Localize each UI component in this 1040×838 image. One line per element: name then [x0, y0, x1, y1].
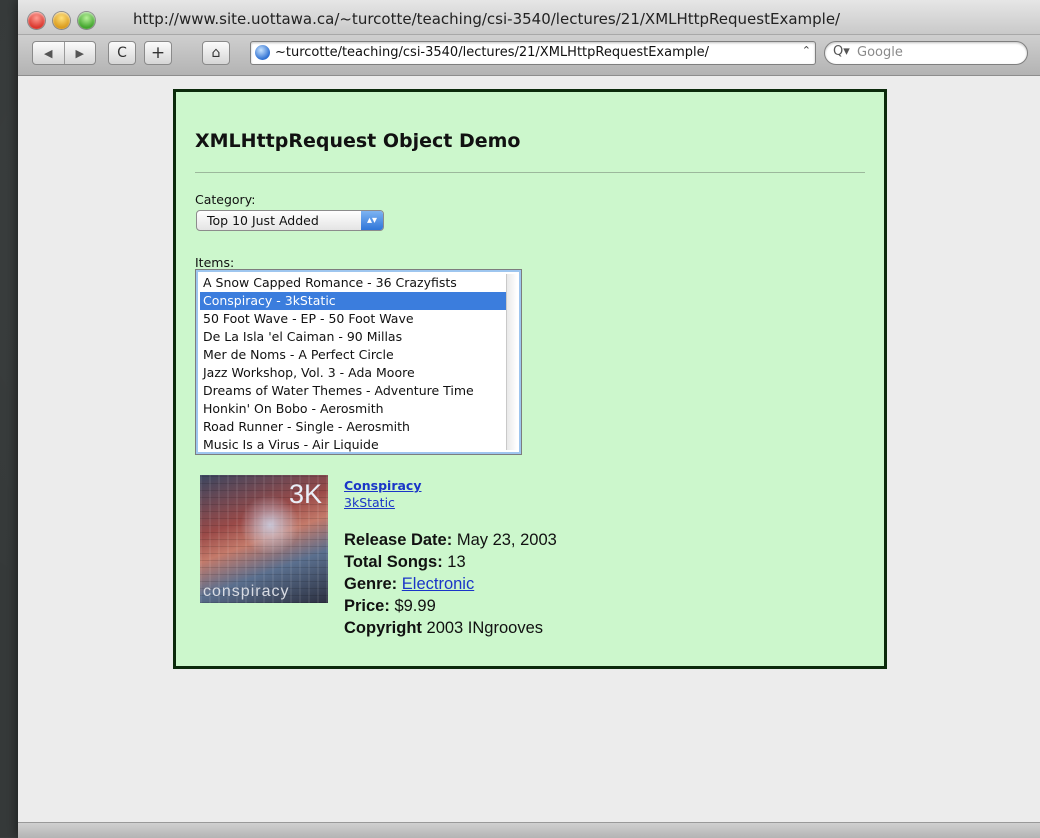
back-button[interactable]: ◀ [33, 47, 64, 60]
close-window-button[interactable] [28, 12, 45, 29]
list-item[interactable]: De La Isla 'el Caiman - 90 Millas [200, 328, 506, 346]
zoom-window-button[interactable] [78, 12, 95, 29]
window-title: http://www.site.uottawa.ca/~turcotte/tea… [133, 10, 841, 28]
list-item[interactable]: Road Runner - Single - Aerosmith [200, 418, 506, 436]
address-dropdown-icon[interactable]: ⌃ [802, 44, 811, 57]
category-selected-value: Top 10 Just Added [207, 213, 319, 228]
minimize-window-button[interactable] [53, 12, 70, 29]
copyright-row: Copyright 2003 INgrooves [344, 619, 543, 638]
list-item[interactable]: Mer de Noms - A Perfect Circle [200, 346, 506, 364]
list-item-selected[interactable]: Conspiracy - 3kStatic [200, 292, 506, 310]
category-label: Category: [195, 192, 256, 207]
release-date-label: Release Date: [344, 531, 453, 549]
list-item[interactable]: Jazz Workshop, Vol. 3 - Ada Moore [200, 364, 506, 382]
list-item[interactable]: Dreams of Water Themes - Adventure Time [200, 382, 506, 400]
listbox-scrollbar[interactable] [506, 274, 517, 450]
address-bar[interactable]: ~turcotte/teaching/csi-3540/lectures/21/… [250, 41, 816, 65]
list-item[interactable]: 50 Foot Wave - EP - 50 Foot Wave [200, 310, 506, 328]
search-placeholder: Google [857, 45, 903, 60]
release-date-value: May 23, 2003 [456, 531, 557, 549]
home-button[interactable]: ⌂ [202, 41, 230, 65]
cover-title-text: conspiracy [203, 583, 290, 600]
browser-window: http://www.site.uottawa.ca/~turcotte/tea… [18, 0, 1040, 838]
list-item[interactable]: Honkin' On Bobo - Aerosmith [200, 400, 506, 418]
back-forward-group: ◀ ▶ [32, 41, 96, 65]
browser-toolbar: ◀ ▶ C + ⌂ ~turcotte/teaching/csi-3540/le… [18, 35, 1040, 76]
reload-button[interactable]: C [108, 41, 136, 65]
copyright-label: Copyright [344, 619, 422, 637]
select-arrows-icon: ▴▾ [361, 211, 383, 230]
search-field[interactable]: Q▾ Google [824, 41, 1028, 65]
price-row: Price: $9.99 [344, 597, 436, 616]
category-select[interactable]: Top 10 Just Added ▴▾ [196, 210, 384, 231]
list-item[interactable]: Music Is a Virus - Air Liquide [200, 436, 506, 454]
page-title: XMLHttpRequest Object Demo [195, 130, 521, 152]
demo-panel: XMLHttpRequest Object Demo Category: Top… [173, 89, 887, 669]
list-item[interactable]: A Snow Capped Romance - 36 Crazyfists [200, 274, 506, 292]
artist-link[interactable]: 3kStatic [344, 495, 395, 510]
status-bar [18, 822, 1040, 838]
genre-row: Genre: Electronic [344, 575, 474, 594]
title-bar[interactable]: http://www.site.uottawa.ca/~turcotte/tea… [18, 0, 1040, 35]
address-text: ~turcotte/teaching/csi-3540/lectures/21/… [275, 45, 709, 60]
search-icon[interactable]: Q▾ [833, 44, 850, 59]
items-label: Items: [195, 255, 235, 270]
cover-logo-text: 3K [288, 479, 322, 509]
add-bookmark-button[interactable]: + [144, 41, 172, 65]
page-content: XMLHttpRequest Object Demo Category: Top… [18, 76, 1040, 822]
genre-label: Genre: [344, 575, 398, 593]
total-songs-value: 13 [447, 553, 466, 571]
price-value: $9.99 [394, 597, 436, 615]
album-link[interactable]: Conspiracy [344, 478, 422, 493]
release-date-row: Release Date: May 23, 2003 [344, 531, 557, 550]
forward-button[interactable]: ▶ [65, 47, 96, 60]
genre-link[interactable]: Electronic [402, 575, 474, 593]
album-cover-image: 3K conspiracy [200, 475, 328, 603]
site-globe-icon [255, 45, 270, 60]
items-listbox[interactable]: A Snow Capped Romance - 36 Crazyfists Co… [195, 269, 522, 455]
copyright-value: 2003 INgrooves [426, 619, 544, 637]
title-divider [195, 172, 865, 173]
price-label: Price: [344, 597, 390, 615]
total-songs-row: Total Songs: 13 [344, 553, 466, 572]
total-songs-label: Total Songs: [344, 553, 443, 571]
